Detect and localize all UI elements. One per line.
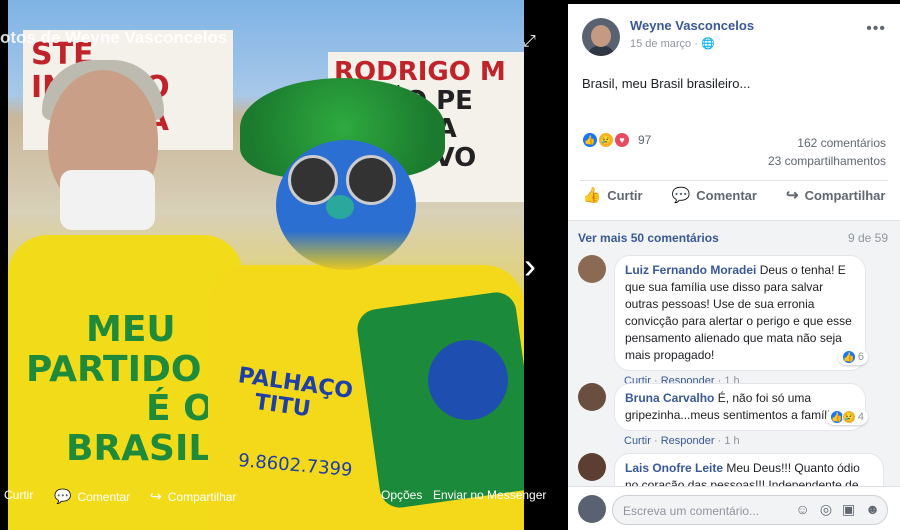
post-actions: 👍 Curtir 💬 Comentar ↪ Compartilhar <box>568 186 900 204</box>
post-date: 15 de março · 🌐 <box>630 37 754 50</box>
photo-viewer: STE INIMIGO TRIA RODRIGO M R NÃO PE É. M… <box>0 0 568 530</box>
sticker-icon[interactable]: ☻ <box>865 501 880 518</box>
photo-share-button[interactable]: ↪ Compartilhar <box>150 488 236 505</box>
comments-header: Ver mais 50 comentários 9 de 59 <box>578 231 888 245</box>
photo-options-label: Opções <box>381 488 423 502</box>
shirt-slogan: MEU PARTIDO É O BRASIL <box>26 310 214 468</box>
comment-reaction-count: 6 <box>857 351 864 363</box>
post-counts: 162 comentários 23 compartilhamentos <box>768 134 886 170</box>
post-header: Weyne Vasconcelos 15 de março · 🌐 <box>582 18 754 56</box>
shirt-text-line: MEU <box>86 309 176 350</box>
comments-section: Ver mais 50 comentários 9 de 59 Luiz Fer… <box>568 220 900 486</box>
flag-globe <box>428 340 508 420</box>
post-date-text[interactable]: 15 de março <box>630 38 691 50</box>
photo-action-bar: Curtir 💬 Comentar ↪ Compartilhar Opções … <box>0 476 568 514</box>
like-label: Curtir <box>607 187 643 203</box>
photo-share-label: Compartilhar <box>167 489 237 504</box>
globe-icon: · 🌐 <box>694 38 715 50</box>
comment-like-link[interactable]: Curtir <box>624 435 651 447</box>
commenter-name[interactable]: Luiz Fernando Moradei <box>625 263 756 277</box>
author-name[interactable]: Weyne Vasconcelos <box>630 18 754 33</box>
comment-reactions[interactable]: 👍 😢 4 <box>825 409 868 425</box>
post-text: Brasil, meu Brasil brasileiro... <box>582 76 751 91</box>
photo-comment-label: Comentar <box>77 489 131 504</box>
comment-icon: 💬 <box>54 488 72 504</box>
post-sidebar: Weyne Vasconcelos 15 de março · 🌐 ••• Br… <box>568 4 900 530</box>
comment-time[interactable]: 1 h <box>724 435 739 447</box>
see-more-comments-link[interactable]: Ver mais 50 comentários <box>578 231 719 245</box>
like-reaction-icon: 👍 <box>841 350 856 364</box>
author-avatar[interactable] <box>582 18 620 56</box>
shares-count[interactable]: 23 compartilhamentos <box>768 152 886 170</box>
shirt-text-line: É O <box>146 388 214 430</box>
post-photo[interactable]: STE INIMIGO TRIA RODRIGO M R NÃO PE É. M… <box>8 0 524 530</box>
comment-bubble: Bruna Carvalho É, não foi só uma gripezi… <box>614 383 866 431</box>
comment-bubble: Luiz Fernando Moradei Deus o tenha! E qu… <box>614 255 866 371</box>
comment-icon: 💬 <box>671 187 691 204</box>
comment-item: Luiz Fernando Moradei Deus o tenha! E qu… <box>578 255 888 387</box>
camera-icon[interactable]: ◎ <box>820 501 832 518</box>
like-button[interactable]: 👍 Curtir <box>583 186 643 204</box>
comment-button[interactable]: 💬 Comentar <box>672 186 757 204</box>
expand-icon[interactable]: ⤢ <box>523 33 536 51</box>
like-reaction-icon: 👍 <box>582 132 598 148</box>
photo-comment-button[interactable]: 💬 Comentar <box>54 488 130 505</box>
share-button[interactable]: ↪ Compartilhar <box>786 186 885 204</box>
commenter-avatar[interactable] <box>578 453 606 481</box>
send-messenger-label: Enviar no Messenger <box>433 488 547 502</box>
shirt-text-line: BRASIL <box>66 427 212 469</box>
divider <box>580 180 888 181</box>
comments-page-count: 9 de 59 <box>847 231 888 245</box>
comment-actions: Curtir · Responder · 1 h <box>624 435 740 447</box>
photo-like-button[interactable]: Curtir <box>4 488 33 502</box>
emoji-icon[interactable]: ☺ <box>796 501 810 518</box>
sad-reaction-icon: 😢 <box>598 132 614 148</box>
more-options-icon[interactable]: ••• <box>866 20 886 38</box>
reaction-count: 97 <box>638 133 652 147</box>
clown-nose <box>326 195 354 219</box>
gif-icon[interactable]: ▣ <box>842 501 855 518</box>
next-photo-arrow-icon[interactable]: › <box>524 248 536 284</box>
commenter-name[interactable]: Bruna Carvalho <box>625 391 714 405</box>
share-icon: ↪ <box>150 488 162 504</box>
photo-like-label: Curtir <box>4 488 34 502</box>
comment-input-tools: ☺ ◎ ▣ ☻ <box>796 501 880 518</box>
comment-text: Deus o tenha! E que sua família use diss… <box>625 263 852 362</box>
comment-reaction-count: 4 <box>857 411 864 423</box>
shirt-text-line: PARTIDO <box>26 348 202 390</box>
comment-reactions[interactable]: 👍 6 <box>837 349 868 365</box>
reactions-summary[interactable]: 👍 😢 ♥ 97 <box>582 132 651 148</box>
send-messenger-button[interactable]: Enviar no Messenger <box>433 488 546 502</box>
comment-item: Bruna Carvalho É, não foi só uma gripezi… <box>578 383 888 447</box>
write-comment-bar: Escreva um comentário... ☺ ◎ ▣ ☻ <box>568 486 900 530</box>
album-title[interactable]: otos de Weyne Vasconcelos <box>0 28 227 48</box>
share-icon: ↪ <box>785 187 799 204</box>
comment-label: Comentar <box>696 187 757 203</box>
photo-options-button[interactable]: Opções <box>381 488 422 502</box>
comment-bubble: Lais Onofre Leite Meu Deus!!! Quanto ódi… <box>614 453 884 486</box>
thumbs-up-icon: 👍 <box>582 187 602 204</box>
face-mask <box>60 170 155 230</box>
commenter-avatar[interactable] <box>578 255 606 283</box>
comment-item: Lais Onofre Leite Meu Deus!!! Quanto ódi… <box>578 453 888 486</box>
commenter-avatar[interactable] <box>578 383 606 411</box>
current-user-avatar <box>578 495 606 523</box>
comment-reply-link[interactable]: Responder <box>661 435 715 447</box>
comments-count[interactable]: 162 comentários <box>768 134 886 152</box>
sad-reaction-icon: 😢 <box>841 410 856 424</box>
love-reaction-icon: ♥ <box>614 132 630 148</box>
share-label: Compartilhar <box>804 187 886 203</box>
commenter-name[interactable]: Lais Onofre Leite <box>625 461 723 475</box>
